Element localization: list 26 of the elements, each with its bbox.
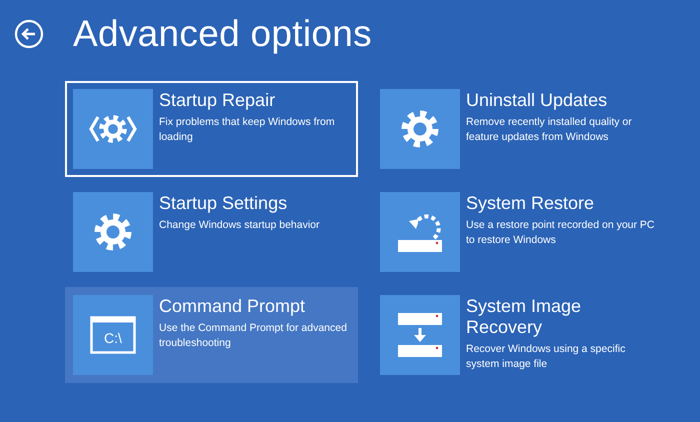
option-title: Command Prompt [159, 296, 306, 317]
option-description: Use the Command Prompt for advanced troubleshooting [159, 321, 348, 351]
option-tile[interactable]: Startup Repair Fix problems that keep Windows from loading [65, 81, 358, 177]
option-title: Uninstall Updates [466, 90, 608, 111]
command-window-icon: C:\ [90, 316, 136, 354]
code-gear-icon [89, 112, 137, 146]
option-description: Fix problems that keep Windows from loading [159, 115, 336, 145]
option-tile[interactable]: System Restore Use a restore point recorded on your PC to restore Windows [372, 184, 665, 280]
restore-drive-icon [398, 212, 442, 252]
drive-transfer-icon [398, 313, 442, 357]
option-tile[interactable]: C:\ Command Prompt Use the Command Prompt for advanced troubleshooting [65, 287, 358, 383]
option-tile[interactable]: Uninstall Updates Remove recently installed quality or feature updates from Windows [372, 81, 665, 177]
option-tile[interactable]: System Image Recovery Recover Windows using a specific system image file [372, 287, 665, 383]
option-description: Remove recently installed quality or feature updates from Windows [466, 115, 633, 145]
option-title: System Restore [466, 193, 594, 214]
option-tile[interactable]: Startup Settings Change Windows startup behavior [65, 184, 358, 280]
gear-icon [93, 212, 133, 252]
option-title: System Image Recovery [466, 296, 582, 338]
option-description: Recover Windows using a specific system image file [466, 342, 626, 372]
option-title: Startup Settings [159, 193, 288, 214]
option-description: Change Windows startup behavior [159, 218, 320, 233]
option-title: Startup Repair [159, 90, 276, 111]
option-description: Use a restore point recorded on your PC to restore Windows [466, 218, 656, 248]
gear-icon [400, 109, 440, 149]
back-button[interactable] [14, 19, 44, 49]
page-title: Advanced options [73, 13, 372, 55]
